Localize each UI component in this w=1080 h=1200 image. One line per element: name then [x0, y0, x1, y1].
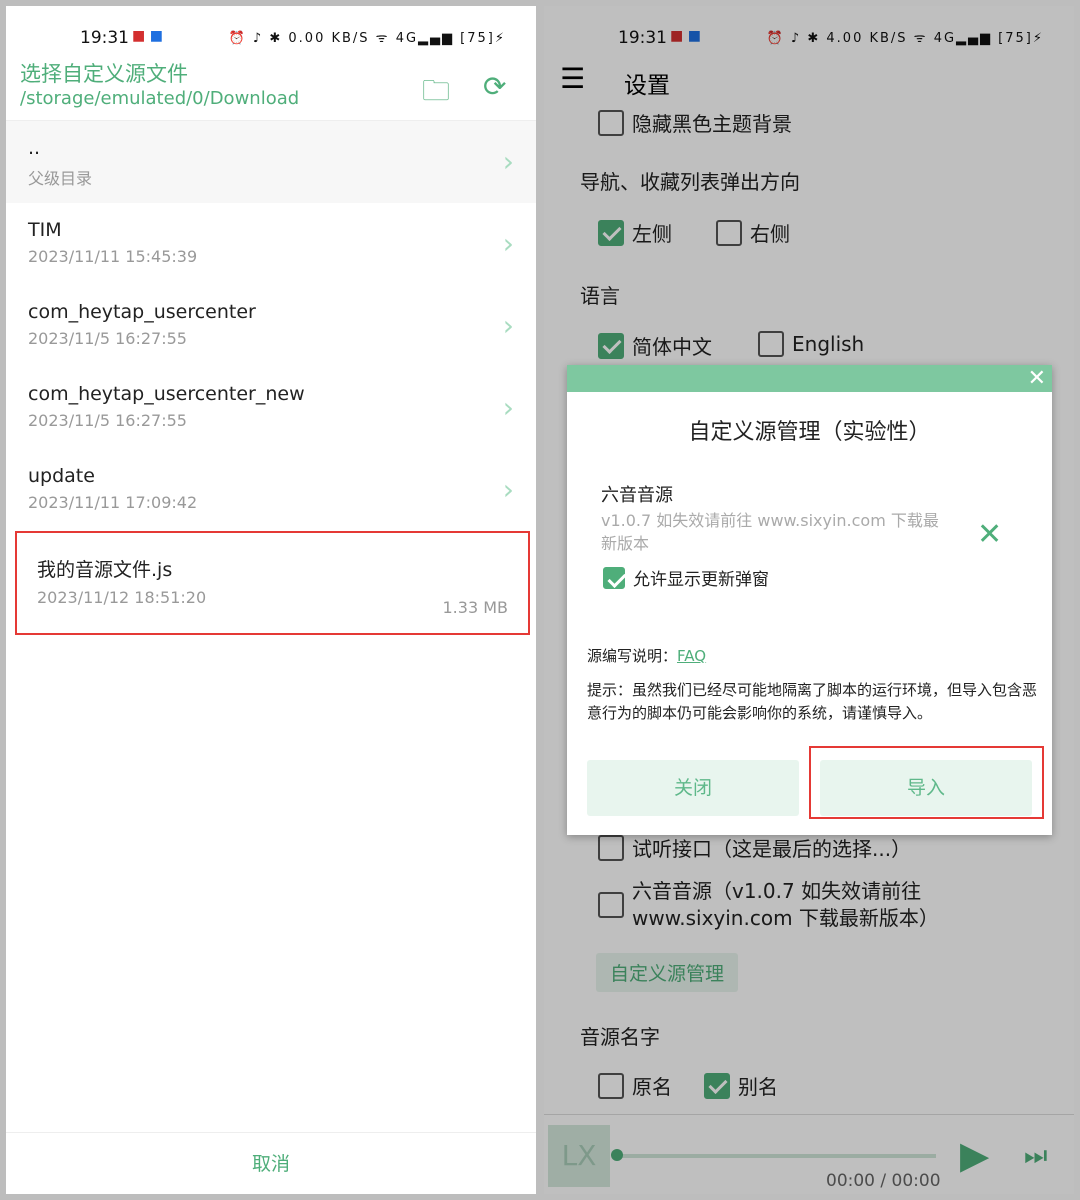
file-picker-screen: 19:31 ■ ■ ⏰ ♪ ✱ 0.00 KB/S ᯤ 4G▂▄▆ [75]⚡ …: [6, 6, 536, 1194]
chevron-right-icon: ›: [502, 227, 514, 260]
close-button[interactable]: 关闭: [587, 760, 799, 816]
notification-icons: ■ ■: [132, 28, 163, 44]
refresh-icon[interactable]: ⟳: [483, 70, 506, 103]
page-title: 选择自定义源文件: [20, 62, 188, 86]
list-item[interactable]: com_heytap_usercenter 2023/11/5 16:27:55 ›: [6, 285, 536, 367]
faq-link[interactable]: FAQ: [677, 647, 706, 665]
status-time: 19:31: [80, 28, 129, 48]
chevron-right-icon: ›: [502, 145, 514, 178]
chevron-right-icon: ›: [502, 309, 514, 342]
close-icon[interactable]: ✕: [1028, 365, 1046, 392]
source-name: 六音音源: [601, 485, 673, 506]
dialog-title: 自定义源管理（实验性）: [688, 420, 931, 445]
remove-source-icon[interactable]: ✕: [977, 517, 1002, 552]
source-description: v1.0.7 如失效请前往 www.sixyin.com 下载最新版本: [601, 511, 939, 553]
allow-update-popup-checkbox[interactable]: 允许显示更新弹窗: [603, 565, 769, 590]
highlight-box: [809, 746, 1044, 819]
cancel-button[interactable]: 取消: [6, 1132, 536, 1194]
warning-tip: 提示：虽然我们已经尽可能地隔离了脚本的运行环境，但导入包含恶意行为的脚本仍可能会…: [587, 681, 1038, 722]
list-item-parent[interactable]: .. 父级目录 ›: [6, 121, 536, 203]
current-path: /storage/emulated/0/Download: [20, 88, 300, 109]
status-icons: ⏰ ♪ ✱ 0.00 KB/S ᯤ 4G▂▄▆ [75]⚡: [228, 31, 506, 46]
new-folder-icon[interactable]: 🗀: [422, 70, 450, 118]
status-bar: 19:31 ■ ■ ⏰ ♪ ✱ 0.00 KB/S ᯤ 4G▂▄▆ [75]⚡: [6, 22, 536, 56]
list-item-selected-file[interactable]: 我的音源文件.js 2023/11/12 18:51:20 1.33 MB: [15, 531, 530, 635]
file-list: .. 父级目录 › TIM 2023/11/11 15:45:39 › com_heyt…: [6, 120, 536, 635]
faq-row: 源编写说明：FAQ: [587, 647, 707, 665]
list-item[interactable]: TIM 2023/11/11 15:45:39 ›: [6, 203, 536, 285]
chevron-right-icon: ›: [502, 473, 514, 506]
chevron-right-icon: ›: [502, 391, 514, 424]
list-item[interactable]: update 2023/11/11 17:09:42 ›: [6, 449, 536, 531]
list-item[interactable]: com_heytap_usercenter_new 2023/11/5 16:27…: [6, 367, 536, 449]
custom-source-dialog: ✕ 自定义源管理（实验性） 六音音源 v1.0.7 如失效请前往 www.six…: [567, 365, 1052, 835]
